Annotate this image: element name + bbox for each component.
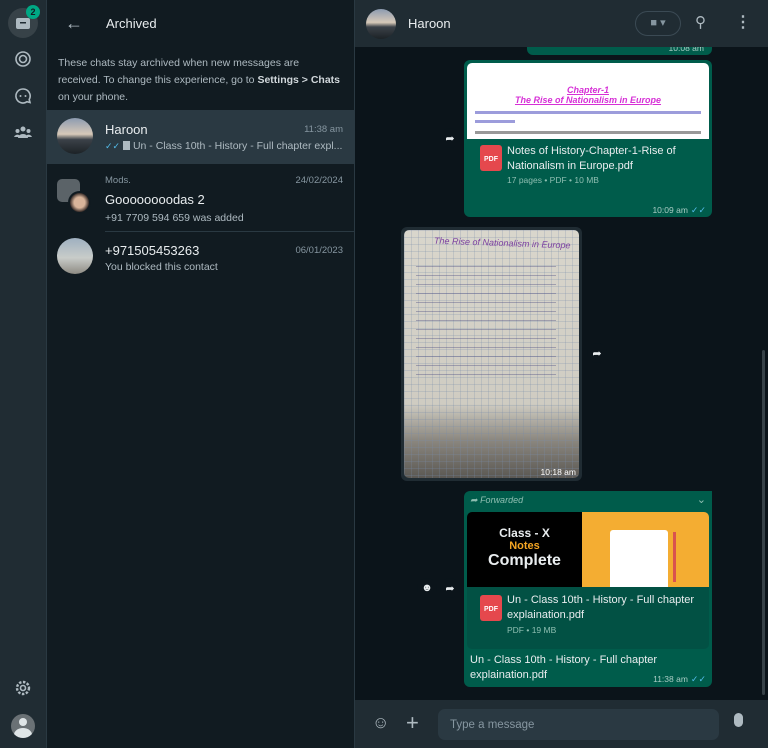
document-meta: PDF • 19 MB — [507, 625, 557, 635]
thumb-text: Complete — [488, 552, 561, 569]
chat-preview: +91 7709 594 659 was added — [105, 212, 244, 224]
communities-icon[interactable] — [8, 117, 38, 147]
document-thumbnail: Class - X Notes Complete — [467, 512, 709, 587]
chat-item-haroon[interactable]: Haroon 11:38 am ✓✓ Un - Class 10th - His… — [47, 110, 354, 164]
react-emoji-icon[interactable]: ☻ — [417, 578, 437, 598]
double-check-icon: ✓✓ — [105, 141, 121, 151]
chat-preview: You blocked this contact — [105, 261, 218, 273]
document-icon — [123, 141, 131, 150]
info-text-end: on your phone. — [58, 91, 129, 103]
forward-icon[interactable]: ➦ — [440, 128, 460, 148]
menu-icon[interactable]: ⋮ — [735, 12, 751, 32]
status-icon[interactable] — [8, 44, 38, 74]
avatar — [57, 238, 93, 274]
unread-badge: 2 — [26, 5, 40, 19]
profile-avatar[interactable] — [8, 711, 38, 741]
conversation: 10:08 am Chapter-1 The Rise of Nationali… — [355, 0, 768, 748]
message-time: 10:09 am — [652, 205, 688, 215]
chat-time: 11:38 am — [304, 124, 343, 135]
avatar — [68, 191, 91, 214]
preview-subtitle: The Rise of Nationalism in Europe — [514, 95, 662, 105]
document-name: Notes of History-Chapter-1-Rise of Natio… — [507, 145, 676, 172]
notebook-image: The Rise of Nationalism in Europe — [404, 230, 579, 478]
chat-name: Goooooooodas 2 — [105, 192, 205, 207]
nav-rail: 2 — [0, 0, 47, 748]
message-time: 11:38 am — [653, 674, 688, 684]
attach-plus-icon[interactable]: + — [406, 710, 419, 736]
contact-name[interactable]: Haroon — [408, 16, 451, 31]
message-caption: Un - Class 10th - History - Full chapter… — [470, 654, 658, 681]
back-arrow-icon[interactable]: ← — [65, 13, 85, 34]
read-ticks-icon: ✓✓ — [690, 205, 706, 215]
scrollbar[interactable] — [762, 350, 765, 695]
archived-panel: ← Archived These chats stay archived whe… — [47, 0, 355, 748]
message-forwarded-document[interactable]: ➦ Forwarded ⌄ Class - X Notes Complete P… — [464, 491, 712, 687]
forwarded-icon: ➦ — [470, 495, 478, 505]
avatar — [57, 118, 93, 154]
message-menu-chevron-icon[interactable]: ⌄ — [697, 493, 706, 506]
forward-icon[interactable]: ➦ — [587, 343, 607, 363]
emoji-icon[interactable]: ☺ — [372, 713, 389, 733]
composer: ☺ + — [355, 700, 768, 748]
contact-avatar[interactable] — [366, 8, 396, 39]
search-icon[interactable]: ⚲ — [695, 13, 706, 31]
message-image[interactable]: The Rise of Nationalism in Europe 10:18 … — [401, 227, 582, 481]
chat-time: 06/01/2023 — [295, 245, 343, 256]
message-document-notes[interactable]: Chapter-1 The Rise of Nationalism in Eur… — [464, 60, 712, 217]
microphone-icon[interactable] — [734, 713, 743, 727]
chat-item-group[interactable]: Mods. 24/02/2024 Goooooooodas 2 +91 7709… — [47, 168, 354, 230]
info-settings-path: Settings > Chats — [257, 74, 340, 86]
chat-item-number[interactable]: +971505453263 06/01/2023 You blocked thi… — [47, 232, 354, 286]
forwarded-label: Forwarded — [480, 495, 524, 505]
read-ticks-icon: ✓✓ — [690, 674, 706, 684]
chat-time: 24/02/2024 — [295, 175, 343, 186]
chat-name: Haroon — [105, 122, 148, 137]
thumb-text: Class - X — [499, 526, 550, 540]
chat-name: +971505453263 — [105, 243, 200, 258]
pdf-icon: PDF — [480, 595, 502, 621]
archive-info-text: These chats stay archived when new messa… — [47, 47, 354, 106]
document-name: Un - Class 10th - History - Full chapter… — [507, 594, 695, 621]
settings-icon[interactable] — [8, 673, 38, 703]
thumb-text: Notes — [509, 540, 540, 552]
panel-title: Archived — [106, 16, 157, 31]
document-meta: 17 pages • PDF • 10 MB — [507, 175, 599, 185]
channels-icon[interactable] — [8, 81, 38, 111]
preview-title: Chapter-1 — [566, 85, 609, 95]
forward-icon[interactable]: ➦ — [440, 578, 460, 598]
video-call-button[interactable]: ■ ▾ — [635, 11, 681, 36]
group-label: Mods. — [105, 175, 131, 186]
chat-header: Haroon ■ ▾ ⚲ ⋮ — [355, 0, 768, 47]
message-time: 10:18 am — [540, 467, 576, 477]
document-preview: Chapter-1 The Rise of Nationalism in Eur… — [467, 63, 709, 139]
pdf-icon: PDF — [480, 145, 502, 171]
chat-preview: Un - Class 10th - History - Full chapter… — [132, 140, 343, 152]
message-input[interactable] — [438, 709, 719, 740]
